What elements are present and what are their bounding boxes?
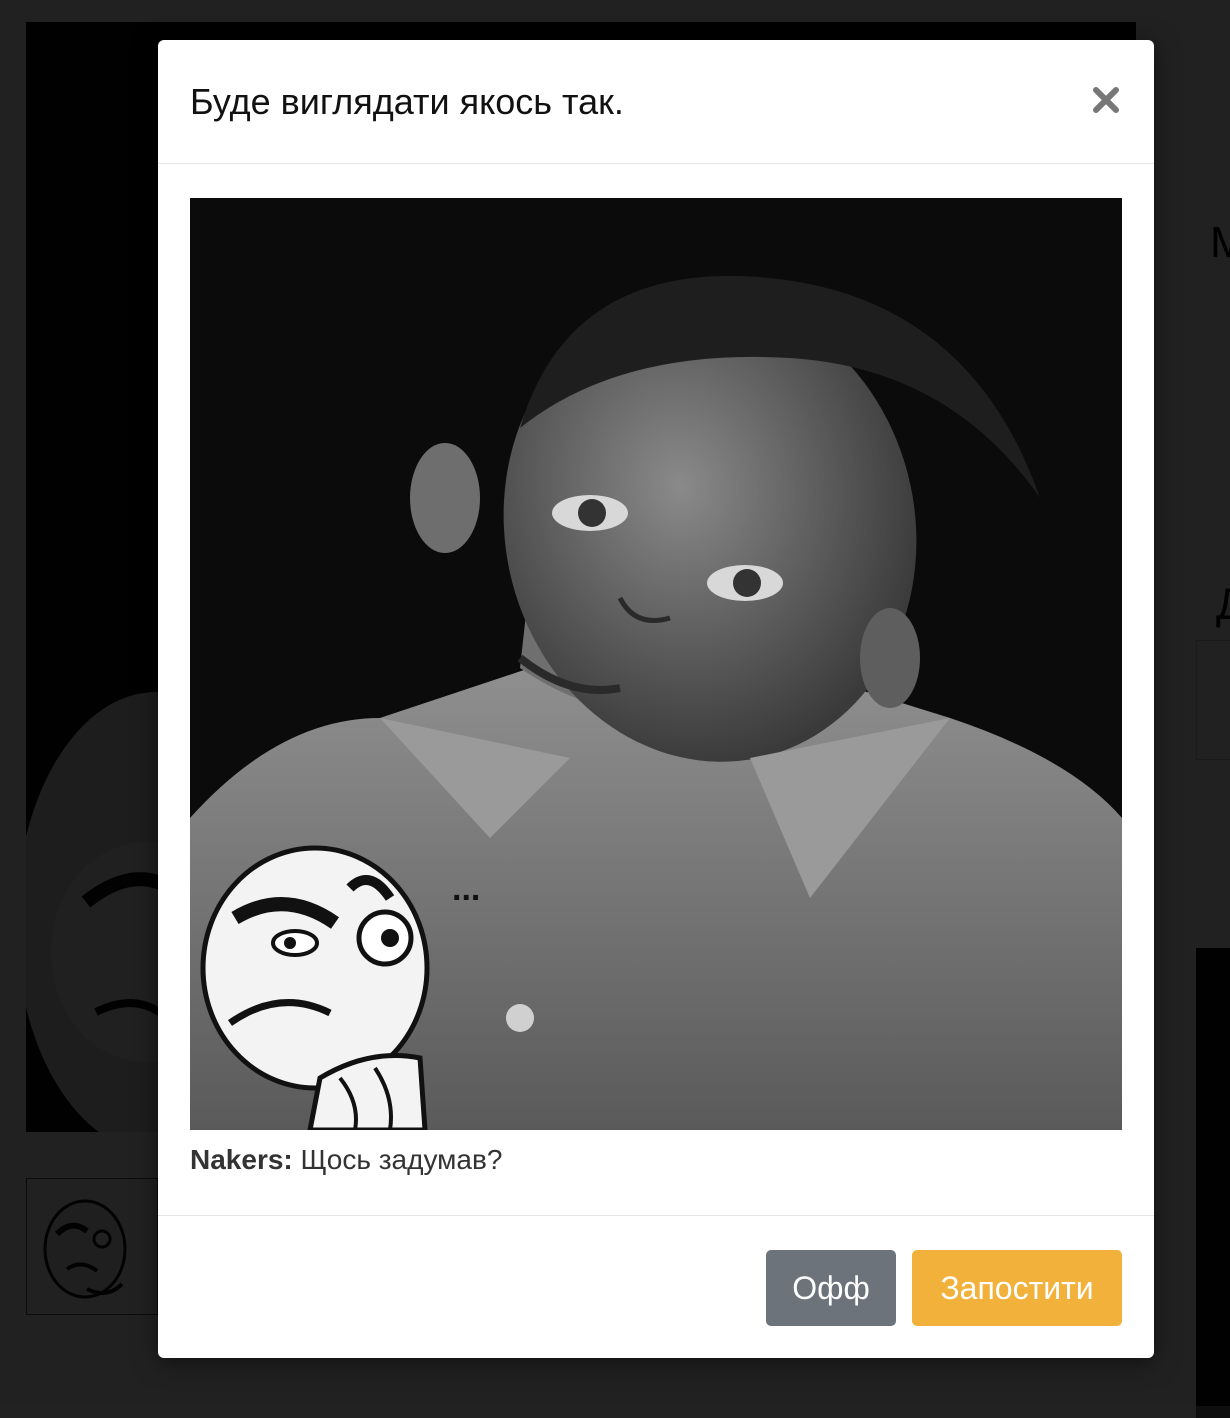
caption-author: Nakers:: [190, 1144, 293, 1175]
modal-title: Буде виглядати якось так.: [190, 81, 624, 122]
close-button[interactable]: [1084, 78, 1128, 122]
post-button[interactable]: Запостити: [912, 1250, 1122, 1326]
modal-header: Буде виглядати якось так.: [158, 40, 1154, 164]
modal-body: ... Nakers: Щось задумав?: [158, 164, 1154, 1216]
preview-caption: Nakers: Щось задумав?: [190, 1144, 502, 1176]
caption-text: Щось задумав?: [300, 1144, 503, 1175]
off-button[interactable]: Офф: [766, 1250, 896, 1326]
preview-overlay-text: ...: [452, 870, 480, 908]
close-icon: [1084, 78, 1128, 122]
modal-footer: Офф Запостити: [158, 1216, 1154, 1358]
preview-image: ...: [190, 198, 1122, 1130]
preview-modal: Буде виглядати якось так. ... Nakers: Що…: [158, 40, 1154, 1358]
